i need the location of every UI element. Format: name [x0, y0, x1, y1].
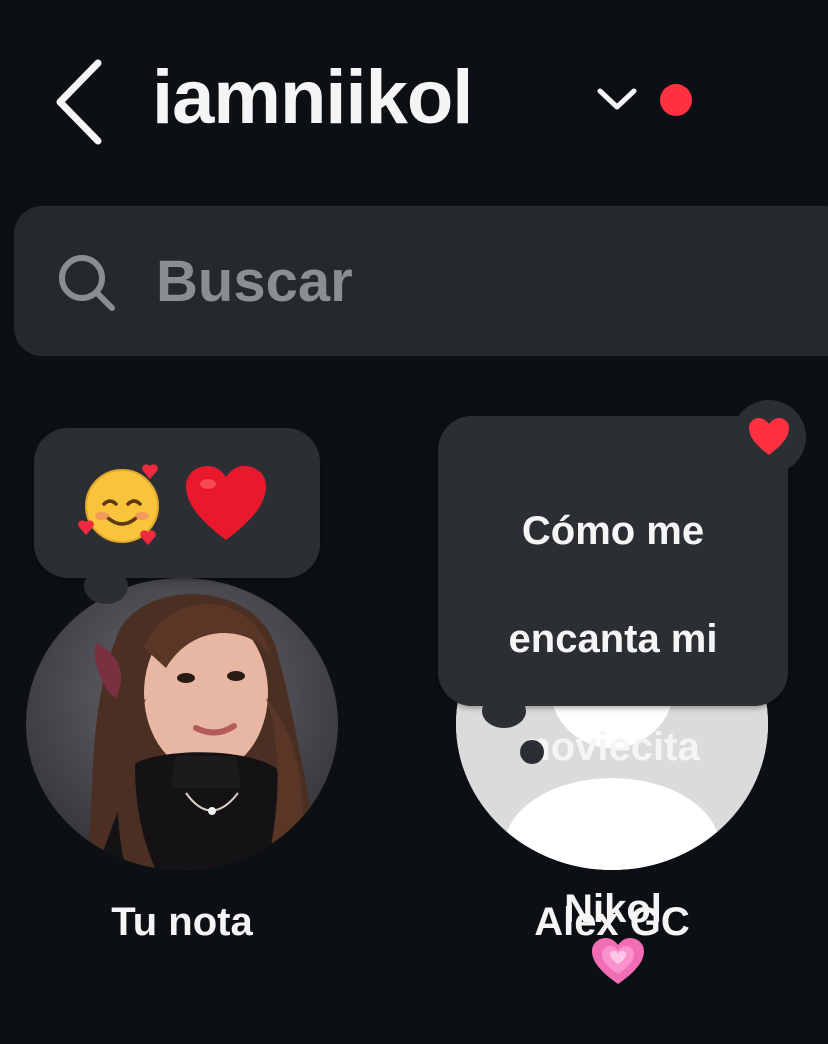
chevron-down-icon [597, 88, 637, 110]
search-icon [59, 255, 115, 311]
note-label: Alex GC [534, 900, 690, 944]
note-line: encanta mi [508, 617, 718, 661]
red-heart-icon [186, 466, 266, 540]
chevron-left-icon [56, 59, 102, 145]
search-placeholder: Buscar [156, 249, 353, 314]
note-label: Tu nota [111, 900, 253, 944]
red-heart-icon [749, 418, 789, 455]
note-line: noviecita [526, 725, 700, 769]
search-input[interactable]: Buscar [14, 206, 828, 356]
avatar[interactable] [26, 578, 338, 870]
smiling-face-with-hearts-icon [78, 464, 159, 545]
bubble-tail-dot [520, 740, 544, 764]
note-card-own[interactable]: Tu nota [0, 400, 360, 960]
like-badge[interactable] [732, 400, 806, 474]
note-line: Cómo me [521, 509, 705, 553]
bubble-tail [84, 568, 128, 604]
note-bubble[interactable] [34, 428, 320, 578]
note-card-friend[interactable]: Cómo me encanta mi noviecita Nikol Alex … [420, 400, 828, 985]
account-username[interactable]: iamniikol [152, 48, 473, 148]
bubble-tail [482, 694, 526, 728]
notification-dot [660, 84, 692, 116]
account-switcher[interactable] [594, 78, 640, 118]
back-button[interactable] [44, 52, 114, 152]
note-bubble[interactable]: Cómo me encanta mi noviecita Nikol [438, 416, 788, 985]
profile-photo [26, 578, 338, 870]
note-text: Cómo me encanta mi noviecita Nikol [438, 450, 788, 1044]
